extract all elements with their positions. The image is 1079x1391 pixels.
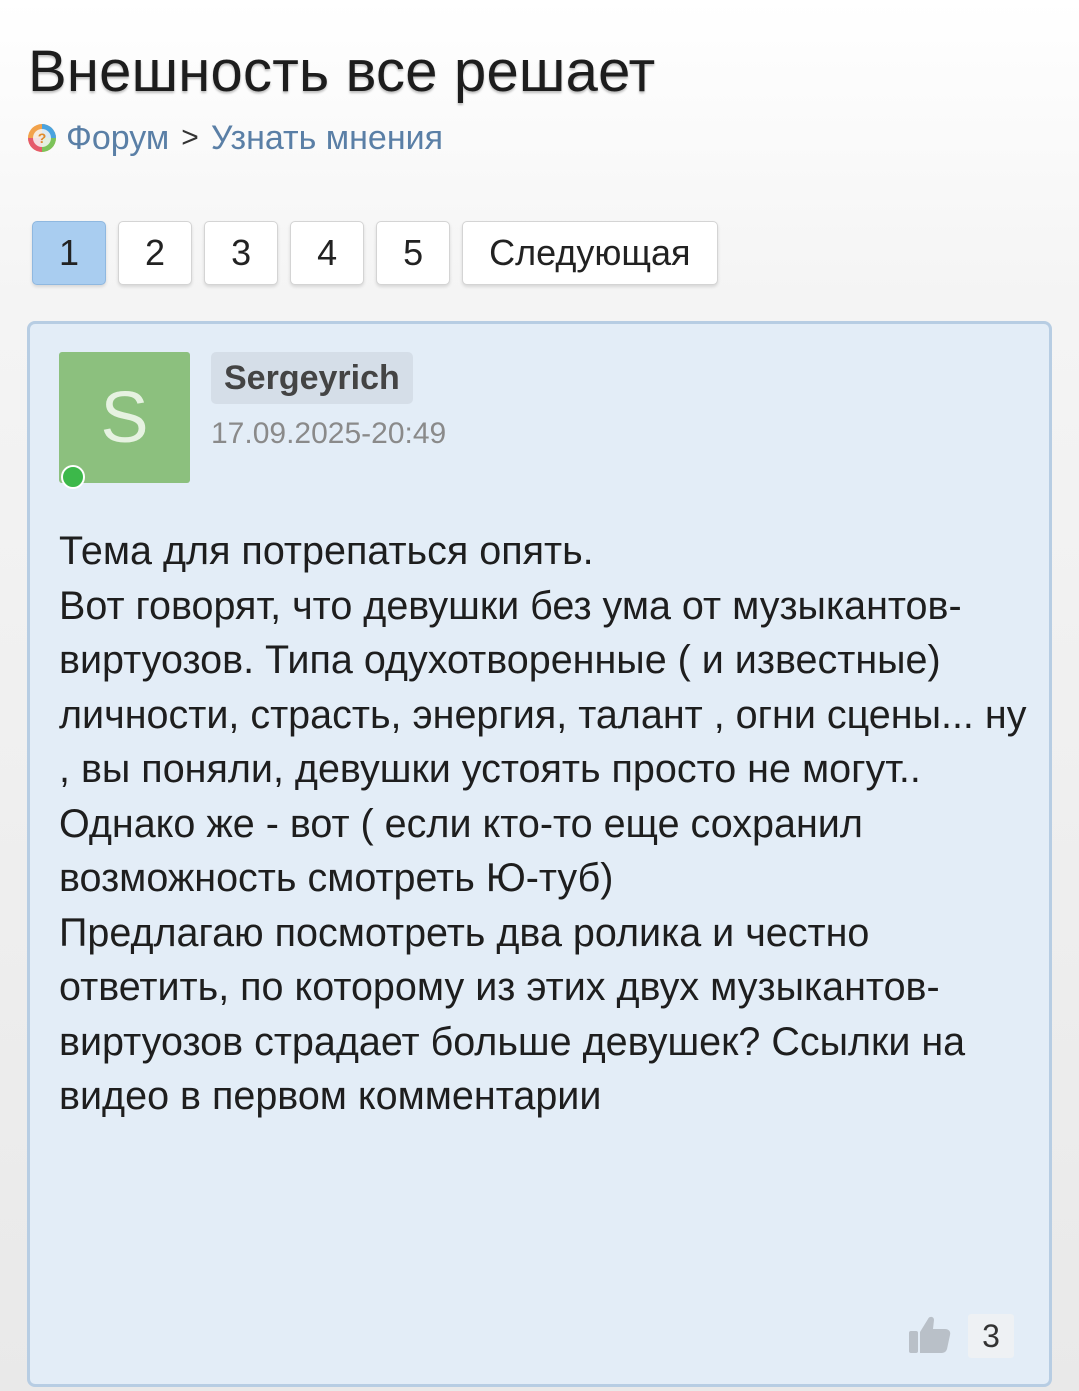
avatar[interactable]: S xyxy=(59,352,190,483)
page-title: Внешность все решает xyxy=(28,39,656,104)
forum-logo-icon: ? xyxy=(28,124,56,152)
breadcrumb-forum-link[interactable]: Форум xyxy=(66,119,169,158)
post-card: S Sergeyrich 17.09.2025-20:49 Тема для п… xyxy=(27,321,1052,1387)
breadcrumb-section-link[interactable]: Узнать мнения xyxy=(211,119,443,158)
breadcrumb: ? Форум > Узнать мнения xyxy=(27,118,443,158)
post-paragraph: Предлагаю посмотреть два ролика и честно… xyxy=(59,910,966,1119)
svg-text:?: ? xyxy=(38,130,47,146)
page-button-1[interactable]: 1 xyxy=(32,221,107,285)
post-body: Тема для потрепаться опять. Вот говорят,… xyxy=(59,524,1034,1124)
author-username[interactable]: Sergeyrich xyxy=(211,352,413,404)
pagination: 1 2 3 4 5 Следующая xyxy=(32,221,718,285)
like-count: 3 xyxy=(968,1314,1014,1358)
page-button-4[interactable]: 4 xyxy=(290,221,365,285)
online-status-indicator xyxy=(61,465,85,489)
next-page-button[interactable]: Следующая xyxy=(462,221,718,285)
page-button-3[interactable]: 3 xyxy=(204,221,279,285)
page-button-2[interactable]: 2 xyxy=(118,221,193,285)
post-timestamp: 17.09.2025-20:49 xyxy=(211,417,447,450)
post-paragraph: Тема для потрепаться опять. xyxy=(59,529,594,573)
breadcrumb-separator: > xyxy=(181,121,199,154)
thumbs-up-icon[interactable] xyxy=(907,1311,953,1357)
page-button-5[interactable]: 5 xyxy=(376,221,451,285)
post-paragraph: Вот говорят, что девушки без ума от музы… xyxy=(59,583,1027,901)
